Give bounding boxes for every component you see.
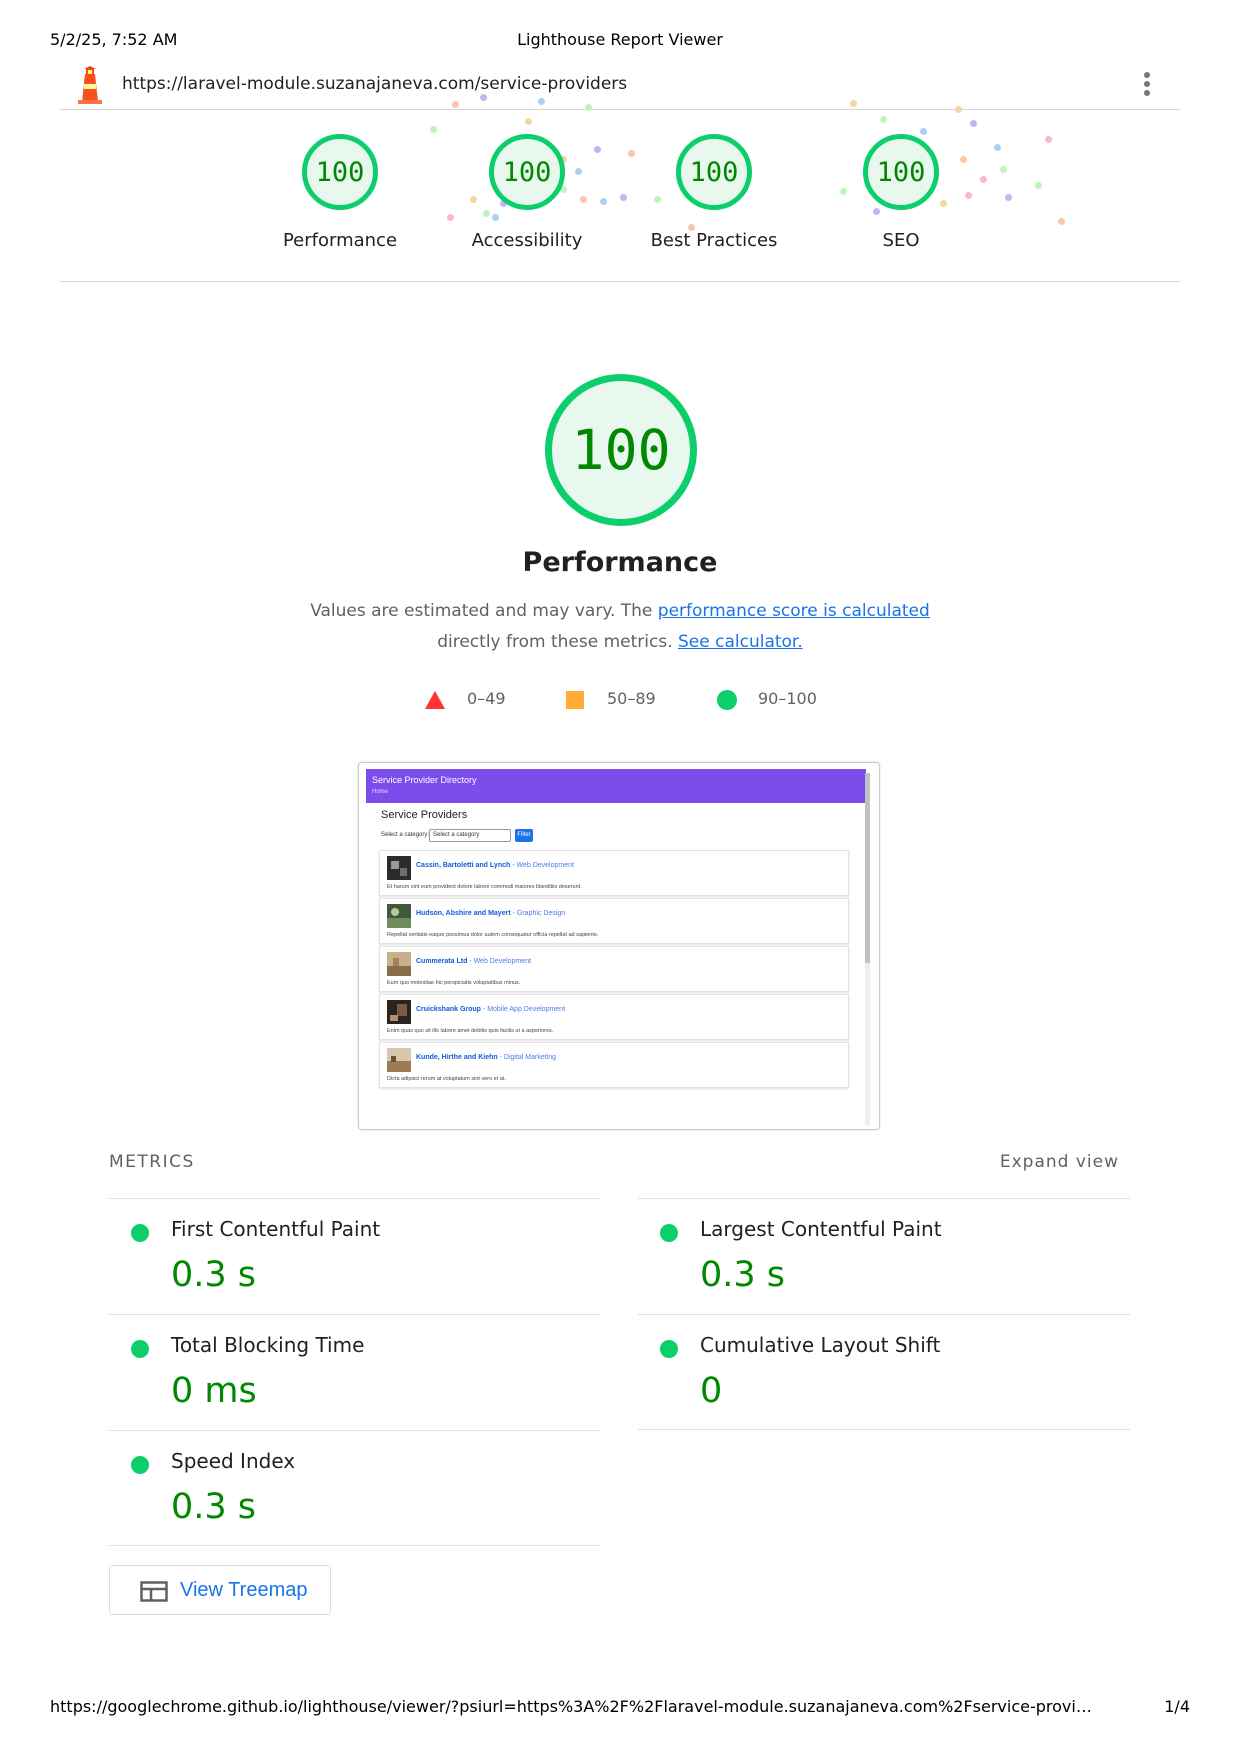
provider-thumbnail-icon xyxy=(387,952,411,976)
provider-name: Cummerata Ltd xyxy=(416,958,468,965)
metric-title: Speed Index xyxy=(171,1449,296,1473)
provider-thumbnail-icon xyxy=(387,904,411,928)
provider-category: - Web Development xyxy=(469,958,532,965)
category-summary: 100 Performance 100 Accessibility 100 Be… xyxy=(60,94,1180,282)
score-calculated-link[interactable]: performance score is calculated xyxy=(658,601,930,621)
screenshot-site-title: Service Provider Directory xyxy=(372,775,477,785)
metrics-header: METRICS Expand view xyxy=(109,1152,1119,1176)
gauge-seo[interactable]: 100 SEO xyxy=(821,134,981,251)
print-header: 5/2/25, 7:52 AM Lighthouse Report Viewer xyxy=(50,30,1190,54)
gauge-accessibility[interactable]: 100 Accessibility xyxy=(447,134,607,251)
performance-description: Values are estimated and may vary. The p… xyxy=(0,596,1240,658)
provider-name: Hudson, Abshire and Mayert xyxy=(416,910,511,917)
legend-range-pass: 90–100 xyxy=(758,689,817,708)
provider-card: Kunde, Hirthe and Kiehn - Digital Market… xyxy=(379,1042,849,1088)
description-text-1: Values are estimated and may vary. The xyxy=(310,601,658,621)
provider-description: Enim quas quo sit illo labore amet debit… xyxy=(387,1028,554,1034)
gauge-label-accessibility: Accessibility xyxy=(471,230,583,251)
gauge-label-best-practices: Best Practices xyxy=(650,230,778,251)
metric-title: Total Blocking Time xyxy=(171,1333,365,1357)
main-performance-score: 100 xyxy=(571,418,671,482)
view-treemap-button[interactable]: View Treemap xyxy=(109,1565,331,1615)
provider-description: Et harum sint eum provident dolore labor… xyxy=(387,884,582,890)
score-best-practices: 100 xyxy=(689,156,739,188)
gauge-label-performance: Performance xyxy=(282,230,398,251)
metric-value: 0.3 s xyxy=(700,1255,786,1295)
pass-circle-icon xyxy=(131,1340,149,1358)
metric-value: 0.3 s xyxy=(171,1487,257,1527)
main-performance-title: Performance xyxy=(522,547,718,578)
screenshot-heading: Service Providers xyxy=(381,809,468,821)
provider-category: - Web Development xyxy=(512,862,574,869)
filter-select: Select a category xyxy=(429,829,511,842)
print-title: Lighthouse Report Viewer xyxy=(517,30,723,49)
metric-first-contentful-paint: First Contentful Paint 0.3 s xyxy=(109,1198,601,1314)
provider-thumbnail-icon xyxy=(387,1048,411,1072)
screenshot-scrollbar xyxy=(865,773,870,1125)
score-accessibility: 100 xyxy=(502,156,552,188)
metric-value: 0.3 s xyxy=(171,1255,257,1295)
provider-card: Cruickshank Group - Mobile App Developme… xyxy=(379,994,849,1040)
pass-circle-icon xyxy=(660,1340,678,1358)
see-calculator-link[interactable]: See calculator. xyxy=(678,632,803,652)
average-square-icon xyxy=(566,691,584,709)
score-legend: 0–49 50–89 90–100 xyxy=(0,688,1240,712)
provider-description: Dicta adipisci rerum at voluptatum sint … xyxy=(387,1076,506,1082)
filter-label: Select a category: xyxy=(381,832,430,838)
provider-category: - Mobile App Development xyxy=(482,1006,566,1013)
metric-title: Cumulative Layout Shift xyxy=(700,1333,941,1357)
gauge-label-seo: SEO xyxy=(882,230,920,251)
provider-name: Cruickshank Group xyxy=(416,1006,481,1013)
more-vert-icon[interactable] xyxy=(1142,72,1152,100)
screenshot-header: Service Provider Directory Home xyxy=(366,769,866,803)
pass-circle-icon xyxy=(717,690,737,710)
metrics-title: METRICS xyxy=(109,1152,195,1172)
report-url: https://laravel-module.suzanajaneva.com/… xyxy=(122,74,628,94)
print-footer: https://googlechrome.github.io/lighthous… xyxy=(50,1697,1190,1721)
metric-speed-index: Speed Index 0.3 s xyxy=(109,1430,601,1546)
provider-category: - Graphic Design xyxy=(512,910,566,917)
provider-thumbnail-icon xyxy=(387,1000,411,1024)
report-topbar: https://laravel-module.suzanajaneva.com/… xyxy=(60,64,1180,110)
metric-title: First Contentful Paint xyxy=(171,1217,381,1241)
gauge-best-practices[interactable]: 100 Best Practices xyxy=(634,134,794,251)
metric-largest-contentful-paint: Largest Contentful Paint 0.3 s xyxy=(638,1198,1130,1314)
provider-name: Kunde, Hirthe and Kiehn xyxy=(416,1054,498,1061)
screenshot-breadcrumb: Home xyxy=(372,789,389,795)
score-seo: 100 xyxy=(876,156,926,188)
fail-triangle-icon xyxy=(425,691,445,709)
lighthouse-logo-icon xyxy=(78,66,102,104)
metric-total-blocking-time: Total Blocking Time 0 ms xyxy=(109,1314,601,1430)
pass-circle-icon xyxy=(131,1224,149,1242)
pass-circle-icon xyxy=(131,1456,149,1474)
provider-card: Cassin, Bartoletti and Lynch - Web Devel… xyxy=(379,850,849,896)
metric-value: 0 xyxy=(700,1371,723,1411)
view-treemap-label: View Treemap xyxy=(180,1579,308,1601)
gauge-performance[interactable]: 100 Performance xyxy=(260,134,420,251)
legend-range-fail: 0–49 xyxy=(467,689,506,708)
main-performance-gauge: 100 xyxy=(545,374,697,526)
metric-cumulative-layout-shift: Cumulative Layout Shift 0 xyxy=(638,1314,1130,1430)
provider-description: Repellat veritatis eaque possimus dolor … xyxy=(387,932,599,938)
score-performance: 100 xyxy=(315,156,365,188)
print-page-number: 1/4 xyxy=(1164,1697,1190,1716)
legend-range-average: 50–89 xyxy=(607,689,656,708)
provider-name: Cassin, Bartoletti and Lynch xyxy=(416,862,511,869)
metric-title: Largest Contentful Paint xyxy=(700,1217,942,1241)
print-footer-url: https://googlechrome.github.io/lighthous… xyxy=(50,1697,1092,1716)
treemap-icon xyxy=(140,1581,168,1602)
provider-card: Cummerata Ltd - Web Development Eum quo … xyxy=(379,946,849,992)
final-screenshot[interactable]: Service Provider Directory Home Service … xyxy=(358,762,880,1130)
pass-circle-icon xyxy=(660,1224,678,1242)
description-text-2: directly from these metrics. xyxy=(437,632,678,652)
provider-category: - Digital Marketing xyxy=(499,1054,557,1061)
expand-view-toggle[interactable]: Expand view xyxy=(1000,1152,1119,1172)
provider-card: Hudson, Abshire and Mayert - Graphic Des… xyxy=(379,898,849,944)
provider-thumbnail-icon xyxy=(387,856,411,880)
metric-value: 0 ms xyxy=(171,1371,257,1411)
provider-description: Eum quo molestiae hic perspiciatis volup… xyxy=(387,980,521,986)
filter-button: Filter xyxy=(515,829,533,842)
